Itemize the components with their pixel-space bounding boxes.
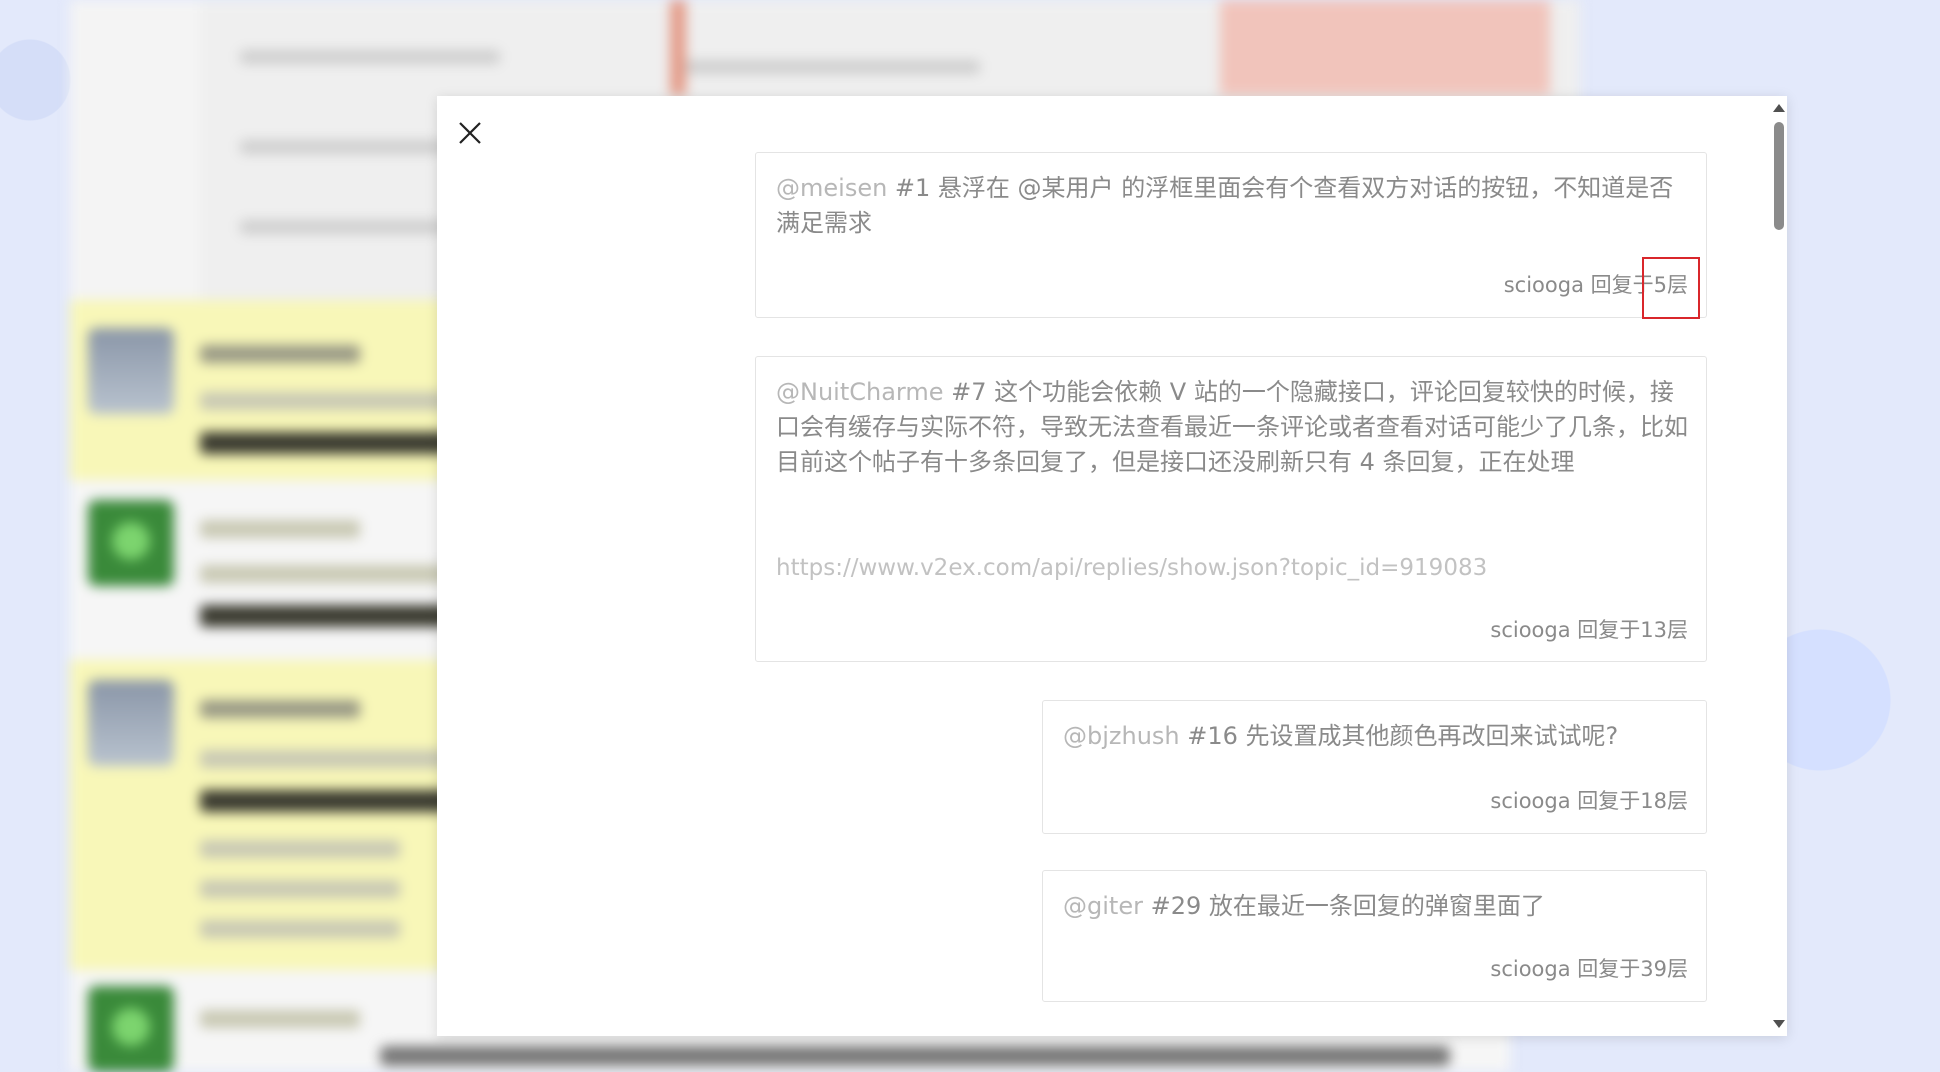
- scroll-down-icon[interactable]: [1773, 1020, 1785, 1028]
- modal-scrollbar[interactable]: [1769, 96, 1787, 1036]
- reply-link[interactable]: https://www.v2ex.com/api/replies/show.js…: [776, 555, 1487, 581]
- close-icon: [453, 116, 487, 150]
- reply-card: @bjzhush #16 先设置成其他颜色再改回来试试呢? sciooga 回复…: [1042, 700, 1707, 834]
- scroll-thumb[interactable]: [1774, 122, 1784, 230]
- reply-text: @NuitCharme #7 这个功能会依赖 V 站的一个隐藏接口，评论回复较快…: [776, 375, 1688, 480]
- reply-card: @meisen #1 悬浮在 @某用户 的浮框里面会有个查看双方对话的按钮，不知…: [755, 152, 1707, 319]
- scroll-up-icon[interactable]: [1773, 104, 1785, 112]
- reply-mention[interactable]: @bjzhush: [1063, 722, 1180, 750]
- highlight-box: [1642, 257, 1700, 319]
- reply-mention[interactable]: @meisen: [776, 174, 887, 202]
- background-strip: [380, 1046, 1450, 1066]
- background-accent-block: [1220, 0, 1550, 95]
- reply-text: @giter #29 放在最近一条回复的弹窗里面了: [1063, 889, 1688, 924]
- reply-meta[interactable]: sciooga 回复于18层: [1490, 785, 1688, 815]
- reply-card: @giter #29 放在最近一条回复的弹窗里面了 sciooga 回复于39层: [1042, 870, 1707, 1002]
- reply-body: #1 悬浮在 @某用户 的浮框里面会有个查看双方对话的按钮，不知道是否满足需求: [776, 174, 1674, 237]
- reply-meta[interactable]: sciooga 回复于39层: [1490, 953, 1688, 983]
- reply-meta[interactable]: sciooga 回复于13层: [1490, 614, 1688, 644]
- reply-body: #16 先设置成其他颜色再改回来试试呢?: [1179, 722, 1619, 750]
- reply-mention[interactable]: @giter: [1063, 892, 1143, 920]
- reply-text: @bjzhush #16 先设置成其他颜色再改回来试试呢?: [1063, 719, 1688, 754]
- conversation-modal: @meisen #1 悬浮在 @某用户 的浮框里面会有个查看双方对话的按钮，不知…: [437, 96, 1787, 1036]
- reply-body: #29 放在最近一条回复的弹窗里面了: [1142, 892, 1545, 920]
- reply-card: @NuitCharme #7 这个功能会依赖 V 站的一个隐藏接口，评论回复较快…: [755, 356, 1707, 662]
- reply-text: @meisen #1 悬浮在 @某用户 的浮框里面会有个查看双方对话的按钮，不知…: [776, 171, 1688, 241]
- close-button[interactable]: [453, 116, 487, 150]
- background-accent: [670, 0, 686, 95]
- reply-mention[interactable]: @NuitCharme: [776, 378, 944, 406]
